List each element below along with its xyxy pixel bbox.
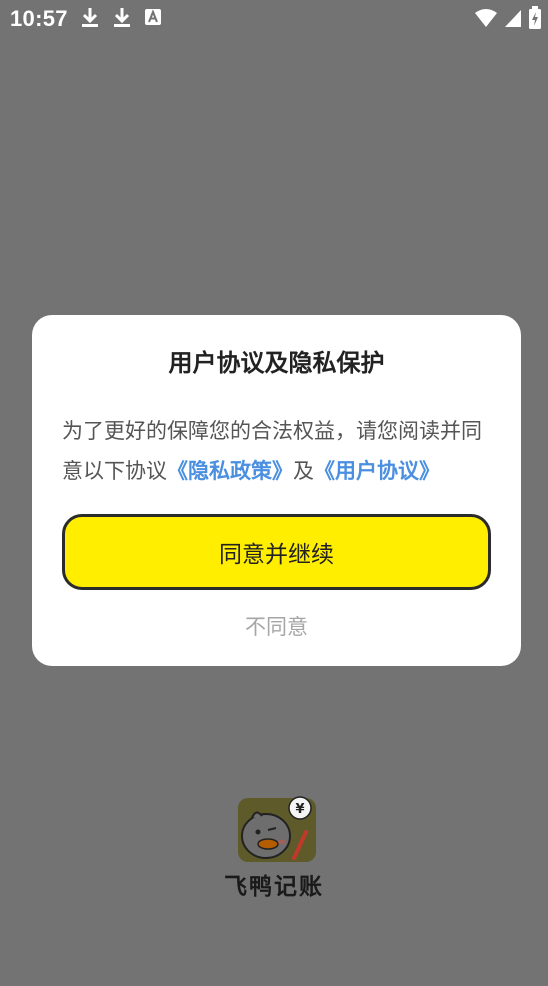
svg-text:¥: ¥	[295, 802, 304, 817]
status-time: 10:57	[10, 6, 68, 31]
download-icon	[80, 6, 100, 28]
system-icons	[474, 6, 542, 30]
wifi-icon	[474, 8, 498, 28]
status-bar: 10:57	[0, 0, 548, 36]
signal-icon	[504, 8, 522, 28]
dialog-message: 为了更好的保障您的合法权益，请您阅读并同意以下协议《隐私政策》及《用户协议》	[62, 411, 502, 491]
battery-charging-icon	[528, 6, 542, 30]
user-agreement-link[interactable]: 《用户协议》	[314, 459, 440, 483]
duck-yen-logo: ¥	[238, 796, 316, 864]
download-icon	[112, 6, 132, 28]
text-a-icon	[144, 8, 162, 26]
notification-icons	[80, 6, 162, 28]
app-name: 飞鸭记账	[224, 874, 324, 900]
disagree-button[interactable]: 不同意	[32, 611, 521, 641]
privacy-dialog: 用户协议及隐私保护 为了更好的保障您的合法权益，请您阅读并同意以下协议《隐私政策…	[32, 315, 521, 666]
conjunction-text: 及	[293, 459, 314, 483]
dialog-title: 用户协议及隐私保护	[168, 349, 385, 377]
privacy-policy-link[interactable]: 《隐私政策》	[167, 459, 293, 483]
agree-continue-button[interactable]: 同意并继续	[62, 514, 491, 590]
